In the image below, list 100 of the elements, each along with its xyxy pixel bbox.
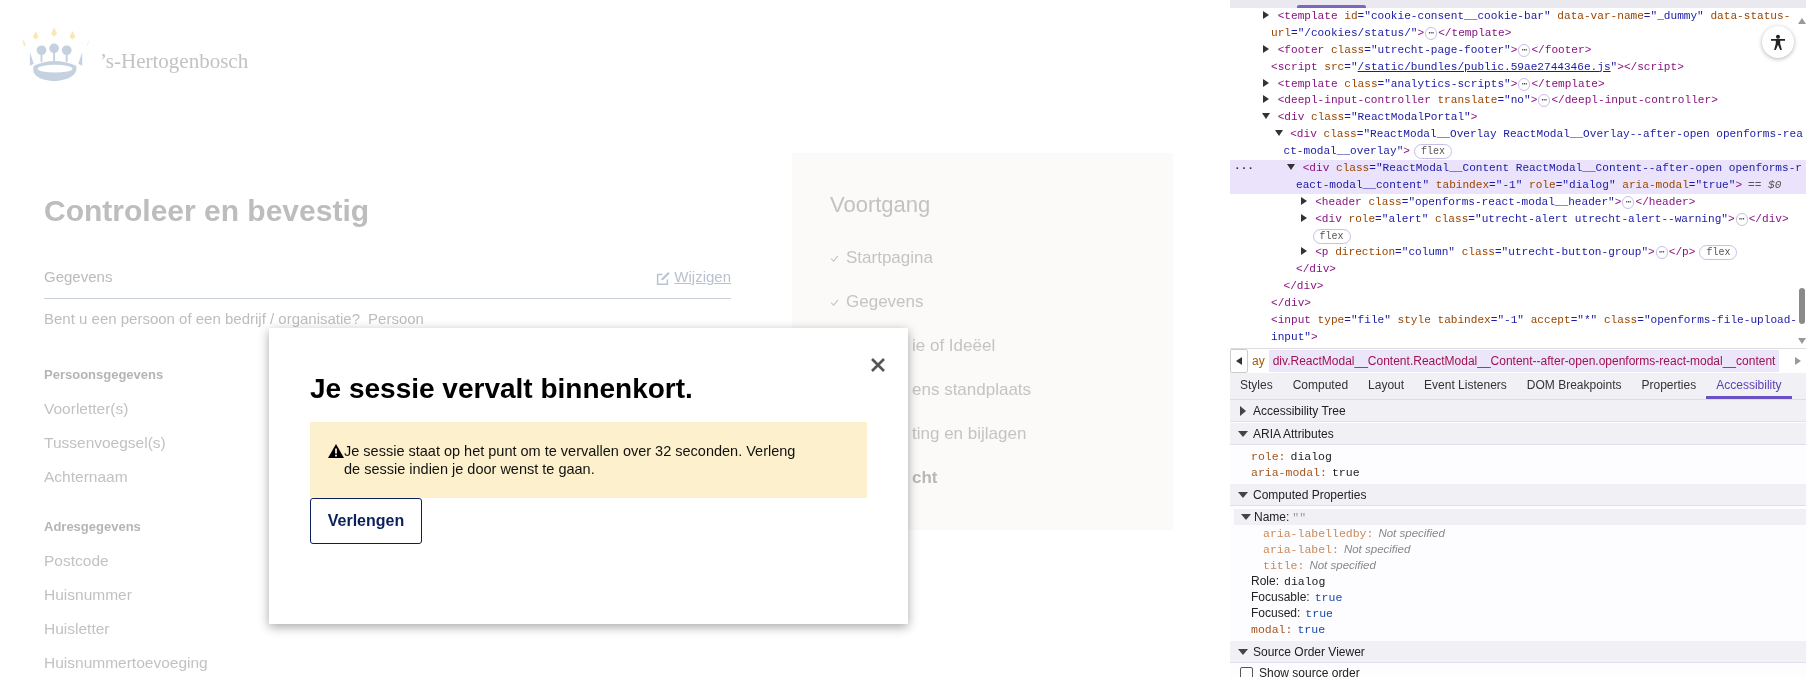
property-value: true xyxy=(1331,465,1360,479)
field-label: Achternaam xyxy=(44,468,128,486)
extend-button[interactable]: Verlengen xyxy=(310,498,422,544)
field-label: Huisnummer xyxy=(44,586,132,604)
html-tag: <header xyxy=(1315,195,1362,208)
dialog-title: Je sessie vervalt binnenkort. xyxy=(310,372,694,406)
attribute-name: class xyxy=(1602,314,1638,327)
panel-tab[interactable]: Properties xyxy=(1631,373,1707,399)
attribute-value: ="ReactModalPortal" xyxy=(1344,111,1471,124)
progress-title: Voortgang xyxy=(830,191,932,219)
page-title: Controleer en bevestig xyxy=(44,193,371,229)
scrollbar-thumb[interactable] xyxy=(1798,288,1805,324)
section-title: Accessibility Tree xyxy=(1253,403,1346,418)
expand-arrow-icon[interactable] xyxy=(1262,78,1270,87)
more-options-icon[interactable]: ··· xyxy=(1234,160,1254,177)
person-icon xyxy=(1771,33,1785,51)
accessibility-button[interactable] xyxy=(1762,26,1794,58)
attribute-value: " xyxy=(1610,60,1618,73)
attribute-value: ="utrecht-alert utrecht-alert--warning" xyxy=(1468,212,1728,225)
collapse-arrow-icon[interactable] xyxy=(1241,512,1251,522)
caret-right-icon xyxy=(1795,357,1801,365)
html-tag: </div> xyxy=(1283,280,1324,293)
html-tag: > xyxy=(1470,111,1478,124)
attribute-name: url xyxy=(1271,26,1291,39)
collapse-arrow-icon[interactable] xyxy=(1238,646,1248,657)
attribute-value: =" xyxy=(1344,60,1358,73)
edit-icon xyxy=(655,269,671,285)
checkbox[interactable] xyxy=(1240,666,1253,677)
expand-arrow-icon[interactable] xyxy=(1262,44,1270,53)
html-tag: > xyxy=(1735,178,1743,191)
html-tag: </p> xyxy=(1668,246,1696,259)
caret-left-icon xyxy=(1236,357,1242,365)
collapse-arrow-icon[interactable] xyxy=(1238,428,1248,439)
html-tag: ></script> xyxy=(1617,60,1684,73)
section-header[interactable]: Source Order Viewer xyxy=(1230,641,1806,663)
question-text: Bent u een persoon of een bedrijf / organisatie? xyxy=(44,309,361,329)
source-link[interactable]: /static/bundles/public.59ae2744346e.js xyxy=(1357,60,1611,73)
panel-tab[interactable]: DOM Breakpoints xyxy=(1516,373,1632,399)
collapse-arrow-icon[interactable] xyxy=(1287,163,1295,171)
attribute-value: ="*" xyxy=(1570,314,1598,327)
property-name: aria-label: xyxy=(1263,542,1339,556)
html-tag: </template> xyxy=(1438,26,1512,39)
field-label: Postcode xyxy=(44,552,109,570)
breadcrumb[interactable]: ay xyxy=(1248,350,1269,372)
scroll-up-icon[interactable] xyxy=(1797,18,1806,24)
property-value: true xyxy=(1314,590,1343,604)
panel-tab[interactable]: Styles xyxy=(1230,373,1283,399)
expand-arrow-icon[interactable] xyxy=(1262,11,1270,19)
html-tag: <input xyxy=(1271,314,1311,327)
attribute-name: role xyxy=(1347,212,1376,225)
section-header[interactable]: Computed Properties xyxy=(1230,484,1806,506)
expand-arrow-icon[interactable] xyxy=(1262,95,1270,104)
html-tag: <template xyxy=(1277,77,1338,90)
attribute-value: input" xyxy=(1271,330,1311,343)
warning-icon xyxy=(328,444,344,458)
attribute-name: id xyxy=(1343,10,1358,22)
attribute-name: type xyxy=(1316,314,1345,327)
expand-arrow-icon[interactable] xyxy=(1299,213,1308,222)
site-name: ’s-Hertogenbosch xyxy=(100,48,249,74)
attribute-value: ="column" xyxy=(1395,246,1455,259)
html-tag: <div xyxy=(1315,212,1342,225)
property-value: "" xyxy=(1292,510,1307,524)
attribute-name: class xyxy=(1460,246,1495,259)
section-header[interactable]: ARIA Attributes xyxy=(1230,423,1806,445)
collapse-arrow-icon[interactable] xyxy=(1262,112,1270,121)
scroll-down-icon[interactable] xyxy=(1797,338,1806,344)
attribute-name: class xyxy=(1322,128,1357,141)
collapse-arrow-icon[interactable] xyxy=(1274,129,1283,138)
html-tag: <p xyxy=(1315,246,1329,259)
property-value: dialog xyxy=(1290,449,1332,463)
property-name: Name: xyxy=(1254,510,1290,524)
property-name: aria-modal: xyxy=(1251,465,1327,479)
html-tag: > xyxy=(1530,94,1538,107)
html-tag: > xyxy=(1648,246,1655,259)
expand-arrow-icon[interactable] xyxy=(1299,196,1308,205)
panel-tab[interactable]: Event Listeners xyxy=(1414,373,1517,399)
property-name: Role: xyxy=(1251,574,1279,588)
html-tag: </div> xyxy=(1271,297,1311,310)
breadcrumb[interactable]: div.ReactModal__Content.ReactModal__Content--after-open.openforms-react-modal__content xyxy=(1268,350,1780,372)
checkbox-label[interactable]: Show source order xyxy=(1259,666,1360,677)
html-tag: </footer> xyxy=(1531,43,1592,56)
close-icon[interactable] xyxy=(870,357,886,373)
attribute-name: aria-modal xyxy=(1621,178,1689,191)
expand-arrow-icon[interactable] xyxy=(1238,405,1248,416)
attribute-value: ="openforms-file-upload- xyxy=(1637,314,1797,327)
html-tag: </deepl-input-controller> xyxy=(1551,94,1718,107)
warning-text: Je sessie staat op het punt om te vervallen over 32 seconden. Verleng de sessie indien je door wenst te gaan. xyxy=(344,442,797,478)
attribute-name: class xyxy=(1309,111,1345,124)
html-tag: > xyxy=(1403,145,1410,158)
section-title: Computed Properties xyxy=(1253,487,1367,502)
collapse-arrow-icon[interactable] xyxy=(1238,489,1248,500)
field-label: Tussenvoegsel(s) xyxy=(44,434,166,452)
field-label: Huisletter xyxy=(44,620,110,638)
section-header[interactable]: Accessibility Tree xyxy=(1230,400,1806,422)
html-tag: <deepl-input-controller xyxy=(1277,94,1431,107)
property-name: aria-labelledby: xyxy=(1263,526,1374,540)
expand-arrow-icon[interactable] xyxy=(1299,247,1308,256)
panel-tab[interactable]: Computed xyxy=(1282,373,1359,399)
panel-tab[interactable]: Layout xyxy=(1358,373,1415,399)
attribute-value: ="true" xyxy=(1688,178,1736,191)
